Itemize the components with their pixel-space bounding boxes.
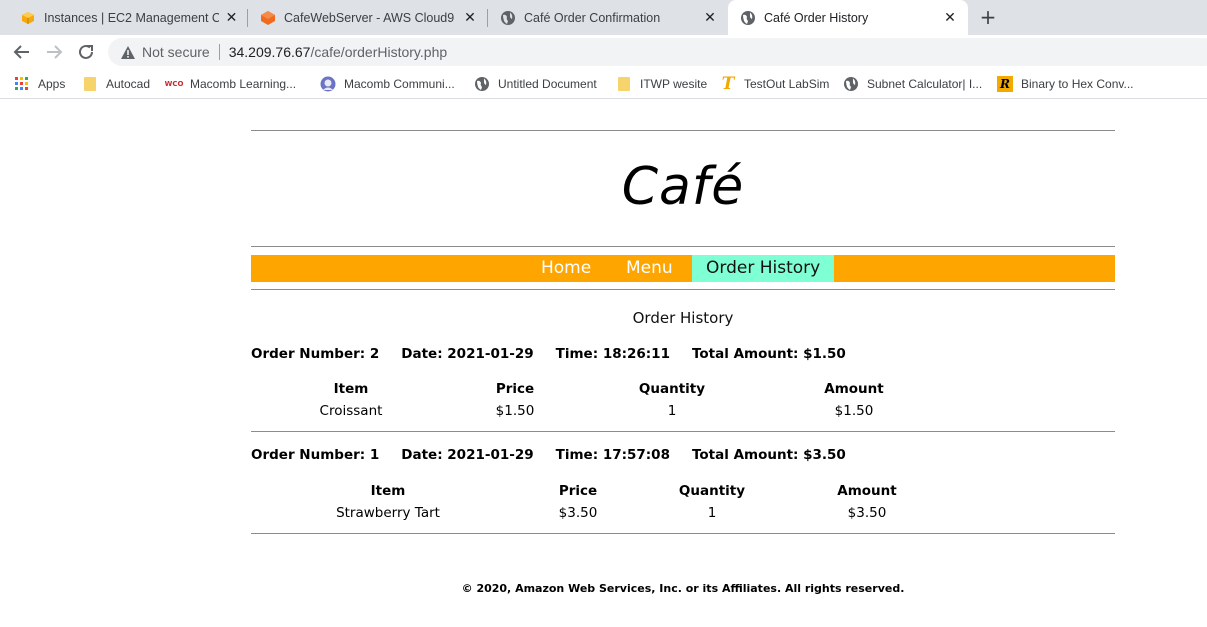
bookmark-untitled-document[interactable]: Untitled Document xyxy=(474,75,597,93)
address-bar[interactable]: Not secure 34.209.76.67 /cafe/orderHisto… xyxy=(108,38,1207,66)
site-title: Café xyxy=(621,157,745,217)
tab-ec2-instances[interactable]: Instances | EC2 Management Console ✕ xyxy=(8,0,248,35)
bookmark-label: Untitled Document xyxy=(498,77,597,91)
tab-title: Café Order History xyxy=(764,10,869,25)
page-footer: © 2020, Amazon Web Services, Inc. or its… xyxy=(461,582,905,595)
tab-order-confirmation[interactable]: Café Order Confirmation ✕ xyxy=(488,0,728,35)
url-path: /cafe/orderHistory.php xyxy=(310,44,448,60)
order-item-quantity: 1 xyxy=(667,403,677,419)
bookmark-macomb-learning[interactable]: WCO Macomb Learning... xyxy=(164,75,297,93)
security-label[interactable]: Not secure xyxy=(142,44,210,60)
close-tab-icon[interactable]: ✕ xyxy=(225,10,238,26)
reload-button[interactable] xyxy=(74,40,98,64)
header-top-rule xyxy=(251,130,1115,131)
nav-menu-link[interactable]: Menu xyxy=(612,255,687,282)
order-time: Time: 17:57:08 xyxy=(555,447,670,463)
bookmark-apps[interactable]: Apps xyxy=(14,75,65,93)
aws-cloud9-icon xyxy=(260,10,276,26)
folder-icon xyxy=(82,76,98,92)
r-logo-icon: R xyxy=(997,76,1013,92)
bookmark-binary-to-hex[interactable]: R Binary to Hex Conv... xyxy=(997,75,1134,93)
order-total: Total Amount: $3.50 xyxy=(691,447,846,463)
tab-title: CafeWebServer - AWS Cloud9 xyxy=(284,10,455,25)
nav-bottom-rule xyxy=(251,289,1115,290)
bookmark-label: Macomb Communi... xyxy=(344,77,455,91)
bookmark-label: Subnet Calculator| I... xyxy=(867,77,983,91)
tab-order-history[interactable]: Café Order History ✕ xyxy=(728,0,968,35)
order-item-amount: $3.50 xyxy=(847,505,887,521)
globe-icon xyxy=(740,10,756,26)
site-nav: Home Menu Order History xyxy=(251,255,1115,282)
tab-strip: Instances | EC2 Management Console ✕ Caf… xyxy=(0,0,1207,35)
forward-arrow-icon xyxy=(47,45,63,59)
column-header-item: Item xyxy=(370,483,406,499)
globe-icon xyxy=(474,76,490,92)
address-divider xyxy=(218,44,220,60)
bookmark-testout-labsim[interactable]: T TestOut LabSim xyxy=(720,74,830,94)
close-tab-icon[interactable]: ✕ xyxy=(702,10,718,26)
wco-logo-icon: WCO xyxy=(164,80,184,88)
header-bottom-rule xyxy=(251,246,1115,247)
order-number: Order Number: 1 xyxy=(251,447,380,463)
bookmark-label: ITWP wesite xyxy=(640,77,708,91)
folder-icon xyxy=(616,76,632,92)
order-divider xyxy=(251,431,1115,432)
testout-logo-icon: T xyxy=(721,74,735,94)
column-header-amount: Amount xyxy=(837,483,897,499)
order-summary: Order Number: 2 Date: 2021-01-29 Time: 1… xyxy=(251,346,868,366)
tab-cloud9[interactable]: CafeWebServer - AWS Cloud9 ✕ xyxy=(248,0,488,35)
order-divider xyxy=(251,533,1115,534)
page-content: Café Home Menu Order History Order Histo… xyxy=(0,100,1207,627)
back-arrow-icon xyxy=(13,45,29,59)
reload-icon xyxy=(79,44,93,59)
macomb-logo-icon xyxy=(320,76,336,92)
bookmarks-bar: Apps Autocad WCO Macomb Learning... Maco… xyxy=(0,69,1207,99)
bookmark-subnet-calculator[interactable]: Subnet Calculator| I... xyxy=(843,75,982,93)
back-button[interactable] xyxy=(10,40,34,64)
bookmark-label: Apps xyxy=(38,77,66,91)
url-host: 34.209.76.67 xyxy=(228,44,311,60)
order-item-name: Strawberry Tart xyxy=(336,505,440,521)
nav-order-history-link[interactable]: Order History xyxy=(692,255,835,282)
bookmark-itwp-website[interactable]: ITWP wesite xyxy=(616,75,707,93)
order-time: Time: 18:26:11 xyxy=(555,346,670,362)
order-date: Date: 2021-01-29 xyxy=(401,447,534,463)
aws-ec2-icon xyxy=(20,10,36,26)
browser-toolbar: Not secure 34.209.76.67 /cafe/orderHisto… xyxy=(0,35,1207,69)
order-summary: Order Number: 1 Date: 2021-01-29 Time: 1… xyxy=(251,447,868,467)
bookmark-label: Macomb Learning... xyxy=(190,77,297,91)
globe-icon xyxy=(500,10,516,26)
order-item-amount: $1.50 xyxy=(834,403,874,419)
bookmark-label: TestOut LabSim xyxy=(744,77,830,91)
forward-button[interactable] xyxy=(42,40,66,64)
order-total: Total Amount: $1.50 xyxy=(691,346,846,362)
new-tab-button[interactable]: + xyxy=(976,5,1000,29)
column-header-amount: Amount xyxy=(824,381,884,397)
close-tab-icon[interactable]: ✕ xyxy=(942,10,958,26)
order-number: Order Number: 2 xyxy=(251,346,380,362)
column-header-quantity: Quantity xyxy=(638,381,706,397)
bookmark-label: Binary to Hex Conv... xyxy=(1021,77,1134,91)
tab-title: Café Order Confirmation xyxy=(524,10,661,25)
bookmark-macomb-community[interactable]: Macomb Communi... xyxy=(320,75,455,93)
bookmark-label: Autocad xyxy=(106,77,151,91)
order-history-heading: Order History xyxy=(632,309,734,327)
close-tab-icon[interactable]: ✕ xyxy=(462,10,478,26)
bookmark-autocad[interactable]: Autocad xyxy=(82,75,150,93)
nav-home-link[interactable]: Home xyxy=(527,255,605,282)
order-date: Date: 2021-01-29 xyxy=(401,346,534,362)
warning-icon[interactable] xyxy=(120,44,136,60)
tab-title: Instances | EC2 Management Console xyxy=(44,10,219,25)
apps-grid-icon xyxy=(14,76,30,92)
globe-icon xyxy=(843,76,859,92)
